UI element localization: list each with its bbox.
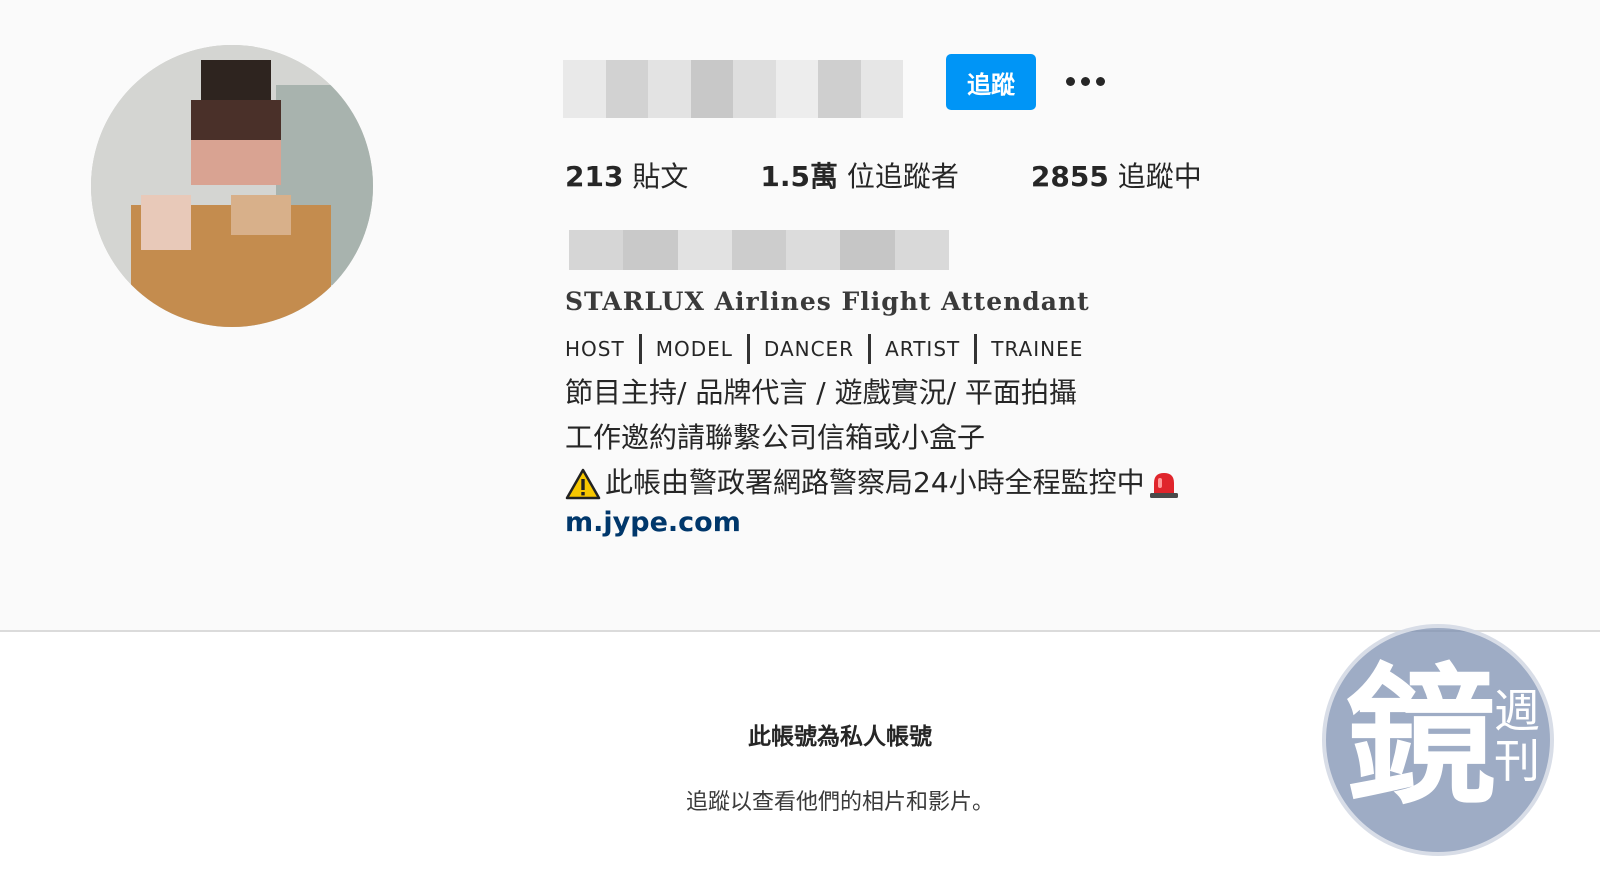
stat-label: 追蹤中 xyxy=(1117,160,1202,193)
blur-block xyxy=(775,60,818,118)
username-blurred xyxy=(563,60,903,118)
blur-block xyxy=(818,60,861,118)
role-separator xyxy=(974,334,978,364)
bio-title: STARLUX Airlines Flight Attendant xyxy=(565,287,1090,316)
avatar-pixel xyxy=(191,140,281,185)
profile-bio: STARLUX Airlines Flight Attendant HOST M… xyxy=(565,282,1265,538)
role: HOST xyxy=(565,337,625,361)
stat-label: 貼文 xyxy=(632,160,689,193)
more-options-icon[interactable] xyxy=(1060,58,1110,104)
mirror-weekly-watermark: 鏡 週刊 xyxy=(1322,624,1554,856)
bio-line-text: 此帳由警政署網路警察局24小時全程監控中 xyxy=(605,466,1145,499)
blur-block xyxy=(840,230,895,270)
follow-button[interactable]: 追蹤 xyxy=(946,54,1036,110)
profile-avatar[interactable] xyxy=(91,45,373,327)
blur-block xyxy=(690,60,733,118)
bio-line-warning: 此帳由警政署網路警察局24小時全程監控中 xyxy=(565,460,1265,505)
role: MODEL xyxy=(655,337,733,361)
stat-number: 1.5萬 xyxy=(760,160,838,193)
blur-block xyxy=(860,60,903,118)
warning-icon xyxy=(565,468,601,500)
blur-block xyxy=(648,60,691,118)
watermark-side: 週刊 xyxy=(1494,684,1540,788)
avatar-pixel xyxy=(191,100,281,140)
bio-link[interactable]: m.jype.com xyxy=(565,507,1265,538)
stat-posts: 213 貼文 xyxy=(565,155,688,195)
blur-block xyxy=(563,60,606,118)
blur-block xyxy=(733,60,776,118)
stat-number: 2855 xyxy=(1030,160,1109,193)
profile-stats: 213 貼文 1.5萬 位追蹤者 2855 追蹤中 xyxy=(565,155,1274,195)
avatar-pixel xyxy=(231,195,291,235)
blur-block xyxy=(569,230,624,270)
role-separator xyxy=(868,334,872,364)
blur-block xyxy=(677,230,732,270)
role: TRAINEE xyxy=(991,337,1084,361)
bio-line: 工作邀約請聯繫公司信箱或小盒子 xyxy=(565,421,986,454)
role: ARTIST xyxy=(885,337,961,361)
avatar-pixel xyxy=(201,60,271,100)
bio-roles: HOST MODEL DANCER ARTIST TRAINEE xyxy=(565,328,1265,370)
role-separator xyxy=(638,334,642,364)
role-separator xyxy=(746,334,750,364)
dot xyxy=(1095,76,1105,86)
dot xyxy=(1065,76,1075,86)
blur-block xyxy=(605,60,648,118)
blur-block xyxy=(623,230,678,270)
stat-followers[interactable]: 1.5萬 位追蹤者 xyxy=(760,155,959,195)
blur-block xyxy=(731,230,787,270)
avatar-pixel xyxy=(141,195,191,250)
blur-block xyxy=(786,230,841,270)
dot xyxy=(1080,76,1090,86)
stat-number: 213 xyxy=(565,160,624,193)
watermark-main: 鏡 xyxy=(1346,651,1497,825)
role: DANCER xyxy=(763,337,855,361)
bio-line: 節目主持/ 品牌代言 / 遊戲實況/ 平面拍攝 xyxy=(565,376,1077,409)
siren-icon xyxy=(1149,473,1178,498)
blur-block xyxy=(894,230,949,270)
display-name-blurred xyxy=(569,230,949,270)
stat-following[interactable]: 2855 追蹤中 xyxy=(1031,155,1202,195)
profile-header: 追蹤 213 貼文 1.5萬 位追蹤者 2855 追蹤中 STARLUX Air… xyxy=(0,0,1600,630)
stat-label: 位追蹤者 xyxy=(846,160,959,193)
